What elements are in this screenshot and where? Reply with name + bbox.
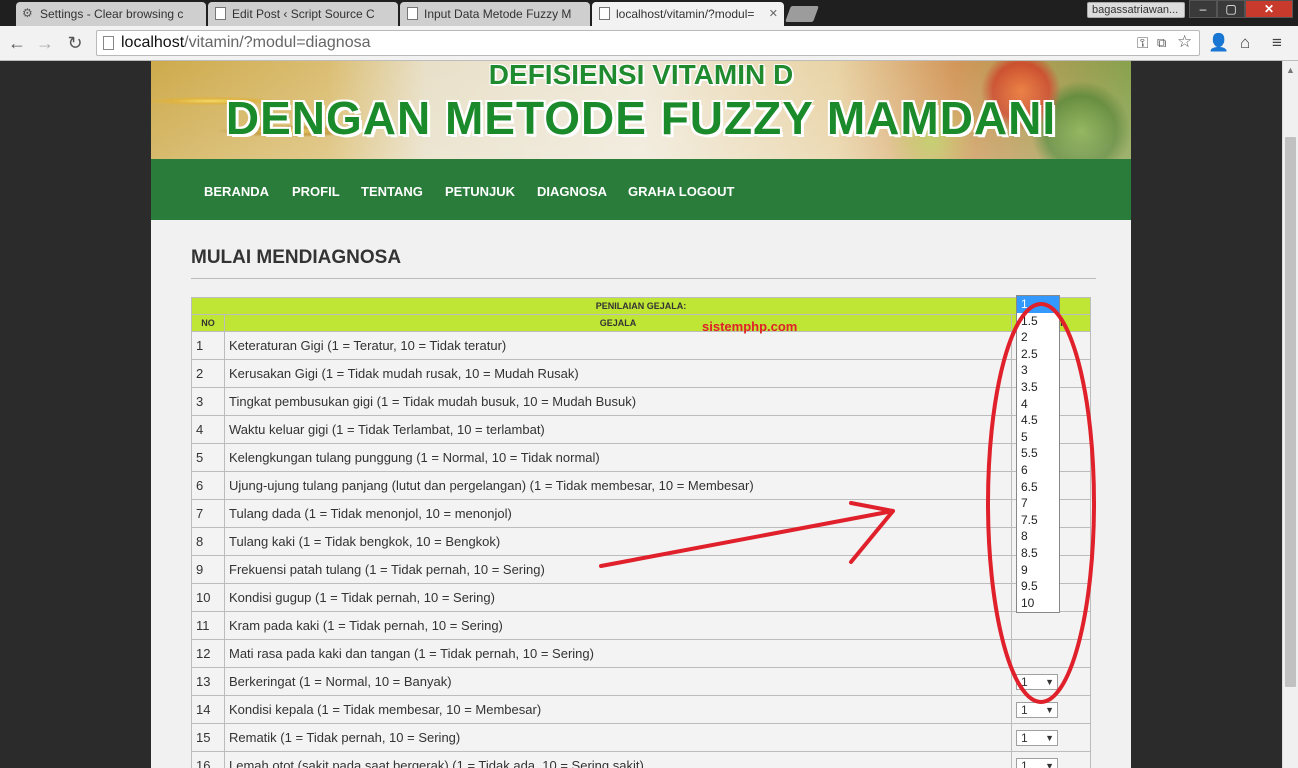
annotation-circle — [986, 302, 1096, 704]
annotation-arrow — [599, 501, 895, 568]
annotation-overlay — [599, 302, 1096, 704]
